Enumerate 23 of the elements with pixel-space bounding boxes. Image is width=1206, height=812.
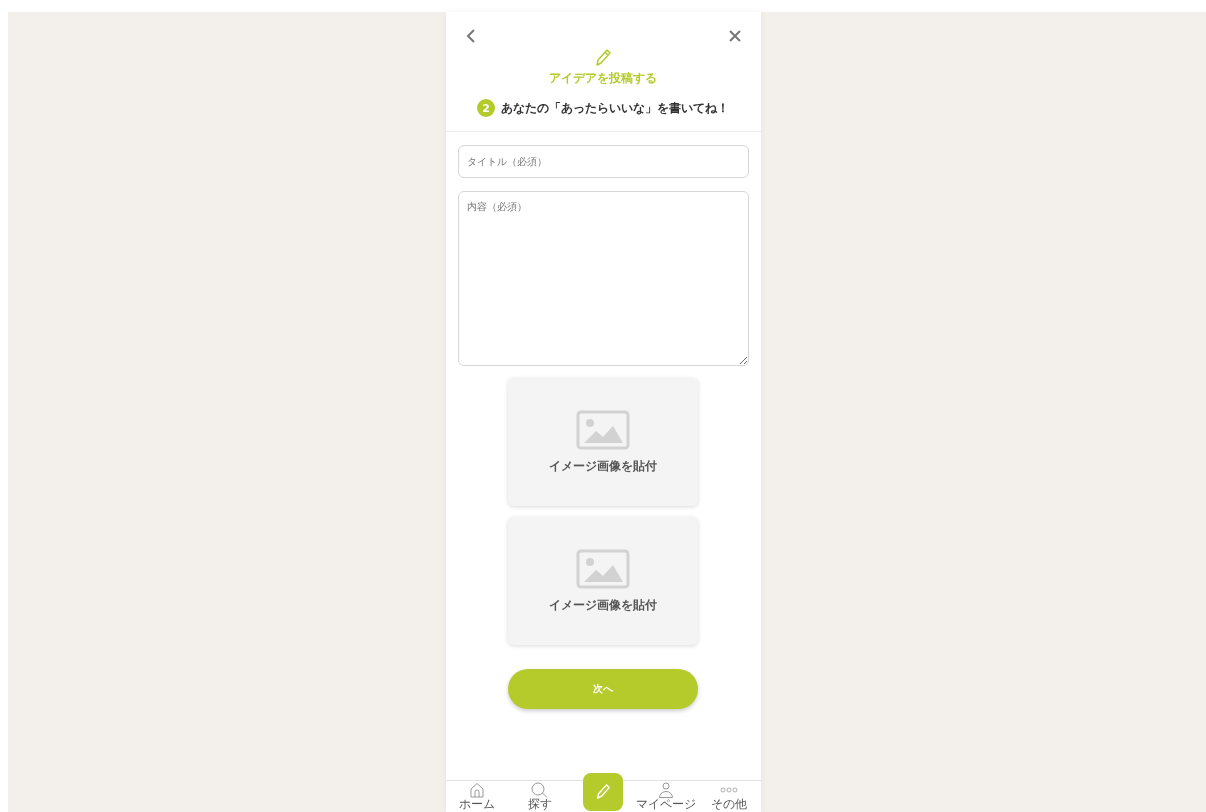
close-icon[interactable]	[728, 30, 741, 42]
image-upload-label: イメージ画像を貼付	[549, 596, 657, 614]
user-icon[interactable]	[658, 782, 674, 798]
back-icon[interactable]	[465, 28, 476, 44]
step-number: 2	[477, 99, 495, 117]
image-icon	[576, 548, 630, 589]
content-field[interactable]: 内容（必須）	[457, 191, 749, 366]
nav-label[interactable]: ホーム	[459, 798, 495, 811]
image-icon	[576, 409, 630, 450]
post-button[interactable]	[583, 773, 623, 811]
pencil-icon	[594, 48, 612, 68]
pencil-icon	[595, 783, 611, 801]
nav-label[interactable]: マイページ	[636, 798, 696, 811]
nav-label[interactable]: その他	[711, 798, 747, 811]
page-title: アイデアを投稿する	[549, 70, 657, 87]
image-upload-button[interactable]: イメージ画像を貼付	[508, 517, 698, 645]
image-upload-button[interactable]: イメージ画像を貼付	[508, 378, 698, 506]
image-upload-label: イメージ画像を貼付	[549, 457, 657, 475]
step-instruction: あなたの「あったらいいな」を書いてね！	[501, 99, 729, 117]
title-field[interactable]: タイトル（必須）	[457, 145, 749, 178]
nav-label[interactable]: 探す	[528, 798, 552, 811]
search-icon[interactable]	[531, 782, 549, 798]
home-icon[interactable]	[469, 782, 485, 798]
